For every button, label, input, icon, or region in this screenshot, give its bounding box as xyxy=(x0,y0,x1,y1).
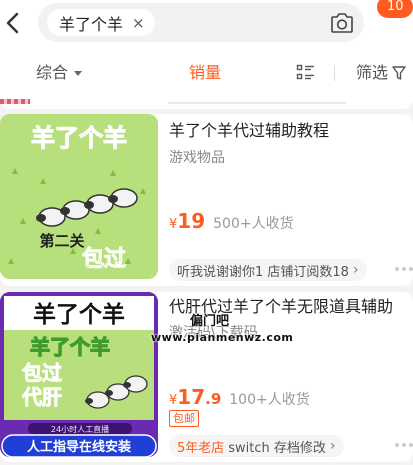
shop-link[interactable]: 听我说谢谢你1 店铺订阅数18 › xyxy=(169,259,367,281)
thumb-service-text: 代肝 xyxy=(21,385,62,409)
thumb-guarantee-text: 包过 xyxy=(82,246,126,272)
chevron-right-icon: › xyxy=(352,262,359,278)
price-integer: 17 xyxy=(177,385,206,409)
product-price: ¥ 17 .9 100+人收货 xyxy=(169,385,310,409)
thumb-banner-text: 人工指导在线安装 xyxy=(27,439,131,455)
thumb-guarantee-text: 包过 xyxy=(22,361,62,385)
product-category: 游戏物品 xyxy=(169,150,225,166)
sort-comprehensive-tab[interactable]: 综合 xyxy=(36,63,83,83)
thumb-ribbon-text: 24小时人工直播 xyxy=(51,424,109,434)
previous-item-text-remnant xyxy=(168,102,346,104)
chevron-right-icon: › xyxy=(329,438,336,454)
camera-icon[interactable] xyxy=(330,12,354,34)
more-options-icon[interactable] xyxy=(395,443,413,449)
sort-comprehensive-label: 综合 xyxy=(36,63,69,82)
product-thumbnail[interactable]: 羊了个羊 第二关 包过 xyxy=(0,114,158,279)
price-currency: ¥ xyxy=(169,217,178,232)
list-layout-icon[interactable] xyxy=(296,63,316,83)
search-query-tag[interactable]: 羊了个羊 × xyxy=(47,9,155,36)
thumb-level-text: 第二关 xyxy=(39,232,84,250)
filter-funnel-icon xyxy=(392,66,406,80)
product-price: ¥ 19 500+人收货 xyxy=(169,209,294,233)
caret-down-icon xyxy=(74,70,83,76)
sold-count: 100+人收货 xyxy=(229,392,310,408)
back-arrow-icon[interactable] xyxy=(2,9,26,37)
price-currency: ¥ xyxy=(169,393,178,408)
shop-link[interactable]: 5年老店 switch 存档修改 › xyxy=(169,435,344,457)
thumb-title-text: 羊了个羊 xyxy=(33,301,125,328)
product-list: 羊了个羊 第二关 包过 羊了个羊代过辅助教程 游戏物品 ¥ 19 500+人收货… xyxy=(0,99,413,465)
previous-item-thumbnail xyxy=(0,99,30,104)
price-integer: 19 xyxy=(177,209,206,233)
search-query-text: 羊了个羊 xyxy=(59,14,124,34)
shop-info: 听我说谢谢你1 店铺订阅数18 xyxy=(177,264,349,280)
thumb-title-text: 羊了个羊 xyxy=(31,124,127,152)
watermark: 偏门吧 www.pianmenwz.com xyxy=(151,314,294,346)
more-options-icon[interactable] xyxy=(395,267,413,273)
clear-query-icon[interactable]: × xyxy=(132,14,145,32)
sort-bar: 综合 销量 筛选 xyxy=(0,48,413,99)
shop-info: switch 存档修改 xyxy=(228,440,326,456)
thumb-logo-text: 羊了个羊 xyxy=(30,335,110,359)
previous-item-remnant xyxy=(0,99,413,109)
watermark-url: www.pianmenwz.com xyxy=(151,331,294,344)
filter-button[interactable]: 筛选 xyxy=(356,63,406,83)
search-box[interactable]: 羊了个羊 × xyxy=(38,3,364,42)
product-thumbnail[interactable]: 羊了个羊 羊了个羊 包过 代肝 24小时人工直播 人工指导在线安装 xyxy=(0,292,158,457)
sold-count: 500+人收货 xyxy=(213,216,294,232)
store-age-label: 5年老店 xyxy=(177,440,225,456)
product-card[interactable]: 羊了个羊 第二关 包过 羊了个羊代过辅助教程 游戏物品 ¥ 19 500+人收货… xyxy=(0,114,413,286)
sortbar-divider xyxy=(334,65,335,81)
product-title[interactable]: 羊了个羊代过辅助教程 xyxy=(169,120,329,142)
free-shipping-tag: 包邮 xyxy=(169,410,199,427)
watermark-title: 偏门吧 xyxy=(189,314,229,329)
notification-badge[interactable]: 10 xyxy=(377,0,413,18)
price-decimal: .9 xyxy=(205,390,222,408)
sort-sales-tab[interactable]: 销量 xyxy=(189,63,221,83)
top-bar: 羊了个羊 × 10 xyxy=(0,0,413,48)
filter-label: 筛选 xyxy=(356,63,389,82)
